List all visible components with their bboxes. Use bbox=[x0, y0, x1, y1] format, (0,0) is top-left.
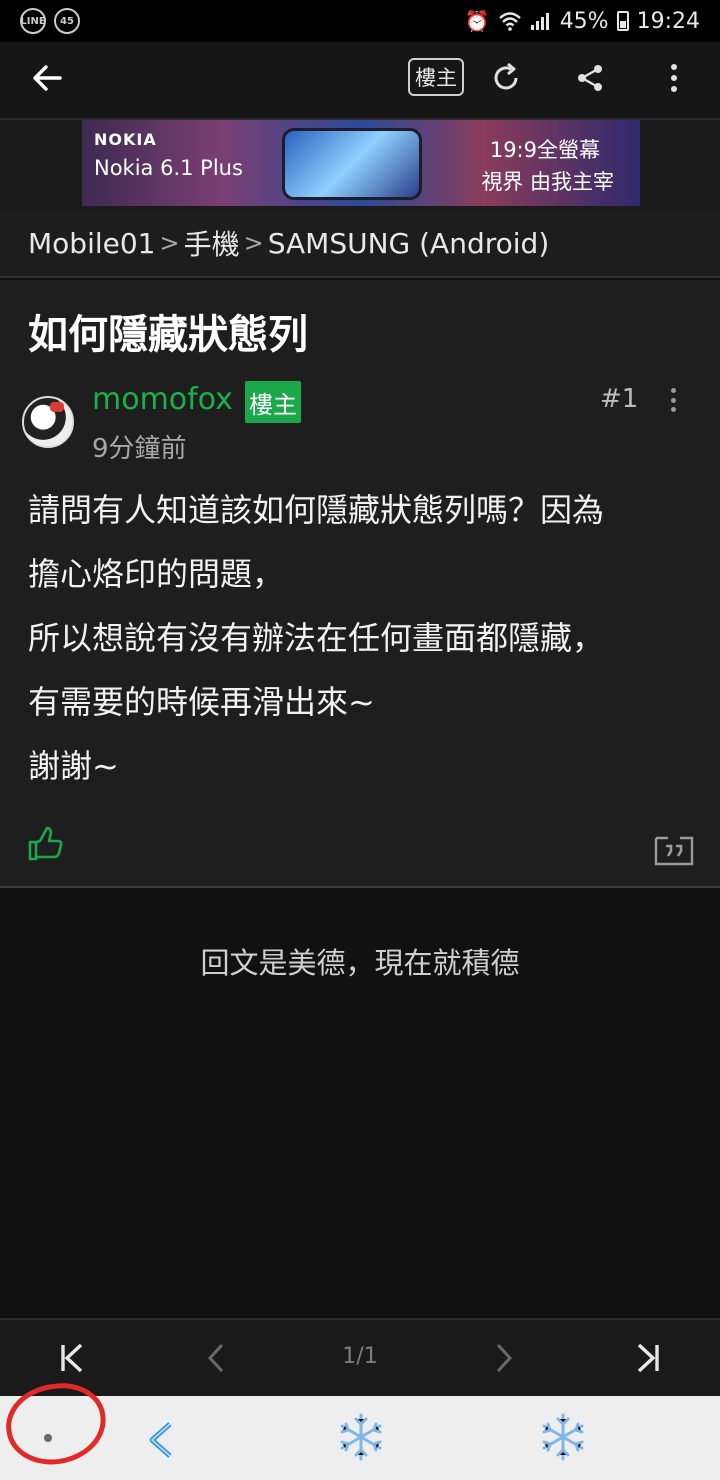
signal-icon bbox=[530, 13, 549, 30]
reply-prompt[interactable]: 回文是美德，現在就積德 bbox=[0, 940, 720, 982]
app-bar: 樓主 bbox=[0, 42, 720, 120]
prev-page-button[interactable] bbox=[196, 1338, 236, 1378]
author-name[interactable]: momofox bbox=[92, 382, 233, 417]
share-button[interactable] bbox=[570, 58, 610, 98]
wifi-icon bbox=[498, 12, 521, 31]
post-body-line: 謝謝~ bbox=[28, 747, 119, 785]
post-time: 9分鐘前 bbox=[92, 434, 187, 464]
ad-tagline-2: 視界 由我主宰 bbox=[481, 170, 614, 194]
first-page-button[interactable] bbox=[52, 1338, 92, 1378]
status-bar: LINE 45 ⏰ 45% 19:24 bbox=[0, 0, 720, 42]
quote-reply-icon[interactable] bbox=[654, 832, 694, 866]
alarm-icon: ⏰ bbox=[464, 9, 490, 33]
last-page-button[interactable] bbox=[628, 1338, 668, 1378]
next-page-button[interactable] bbox=[484, 1338, 524, 1378]
clock: 19:24 bbox=[636, 8, 700, 34]
ad-area: NOKIA Nokia 6.1 Plus 19:9全螢幕 視界 由我主宰 bbox=[0, 120, 720, 210]
refresh-button[interactable] bbox=[486, 58, 526, 98]
last-page-icon bbox=[637, 1343, 659, 1373]
post-body: 請問有人知道該如何隱藏狀態列嗎？因為 擔心烙印的問題， 所以想說有沒有辦法在任何… bbox=[28, 478, 698, 798]
floor-number: #1 bbox=[600, 384, 639, 414]
op-only-filter-button[interactable]: 樓主 bbox=[408, 58, 464, 96]
ad-tagline-1: 19:9全螢幕 bbox=[489, 138, 600, 162]
chevron-left-icon bbox=[207, 1343, 224, 1373]
breadcrumb: Mobile01 > 手機 > SAMSUNG (Android) bbox=[0, 210, 720, 278]
post-title: 如何隱藏狀態列 bbox=[28, 312, 308, 358]
breadcrumb-separator: > bbox=[243, 229, 264, 257]
breadcrumb-item-samsung[interactable]: SAMSUNG (Android) bbox=[268, 227, 550, 260]
line-app-icon: LINE bbox=[20, 8, 46, 34]
breadcrumb-item-mobile01[interactable]: Mobile01 bbox=[28, 227, 155, 260]
pagination-bar: 1/1 bbox=[0, 1318, 720, 1396]
post-card: 如何隱藏狀態列 momofox 樓主 9分鐘前 #1 請問有人知道該如何隱藏狀態… bbox=[0, 280, 720, 888]
post-body-line: 所以想說有沒有辦法在任何畫面都隱藏， bbox=[28, 619, 605, 657]
snowflake-icon[interactable] bbox=[336, 1412, 386, 1462]
breadcrumb-item-phones[interactable]: 手機 bbox=[184, 223, 240, 263]
nav-back-icon[interactable] bbox=[146, 1420, 176, 1460]
post-body-line: 請問有人知道該如何隱藏狀態列嗎？因為 bbox=[28, 491, 605, 529]
post-body-line: 有需要的時候再滑出來~ bbox=[28, 683, 375, 721]
battery-icon bbox=[616, 11, 629, 31]
ad-model: Nokia 6.1 Plus bbox=[94, 156, 243, 180]
first-page-icon bbox=[61, 1343, 83, 1373]
ad-brand: NOKIA bbox=[94, 130, 157, 149]
overflow-menu-button[interactable] bbox=[654, 58, 694, 98]
battery-percent: 45% bbox=[559, 8, 609, 34]
avatar[interactable] bbox=[22, 396, 74, 448]
share-icon bbox=[578, 65, 602, 91]
thumbs-up-icon[interactable] bbox=[26, 826, 66, 862]
more-vertical-icon bbox=[671, 64, 677, 92]
refresh-icon bbox=[494, 62, 518, 90]
notification-count-icon: 45 bbox=[54, 8, 80, 34]
post-body-line: 擔心烙印的問題， bbox=[28, 555, 285, 593]
post-menu-button[interactable] bbox=[662, 384, 684, 416]
op-badge: 樓主 bbox=[245, 381, 301, 423]
back-arrow-icon[interactable] bbox=[28, 58, 68, 98]
breadcrumb-separator: > bbox=[159, 229, 180, 257]
ad-phone-image bbox=[282, 128, 422, 200]
chevron-right-icon bbox=[496, 1343, 513, 1373]
page-indicator: 1/1 bbox=[342, 1344, 378, 1369]
snowflake-icon[interactable] bbox=[538, 1412, 588, 1462]
ad-banner[interactable]: NOKIA Nokia 6.1 Plus 19:9全螢幕 視界 由我主宰 bbox=[82, 120, 640, 206]
